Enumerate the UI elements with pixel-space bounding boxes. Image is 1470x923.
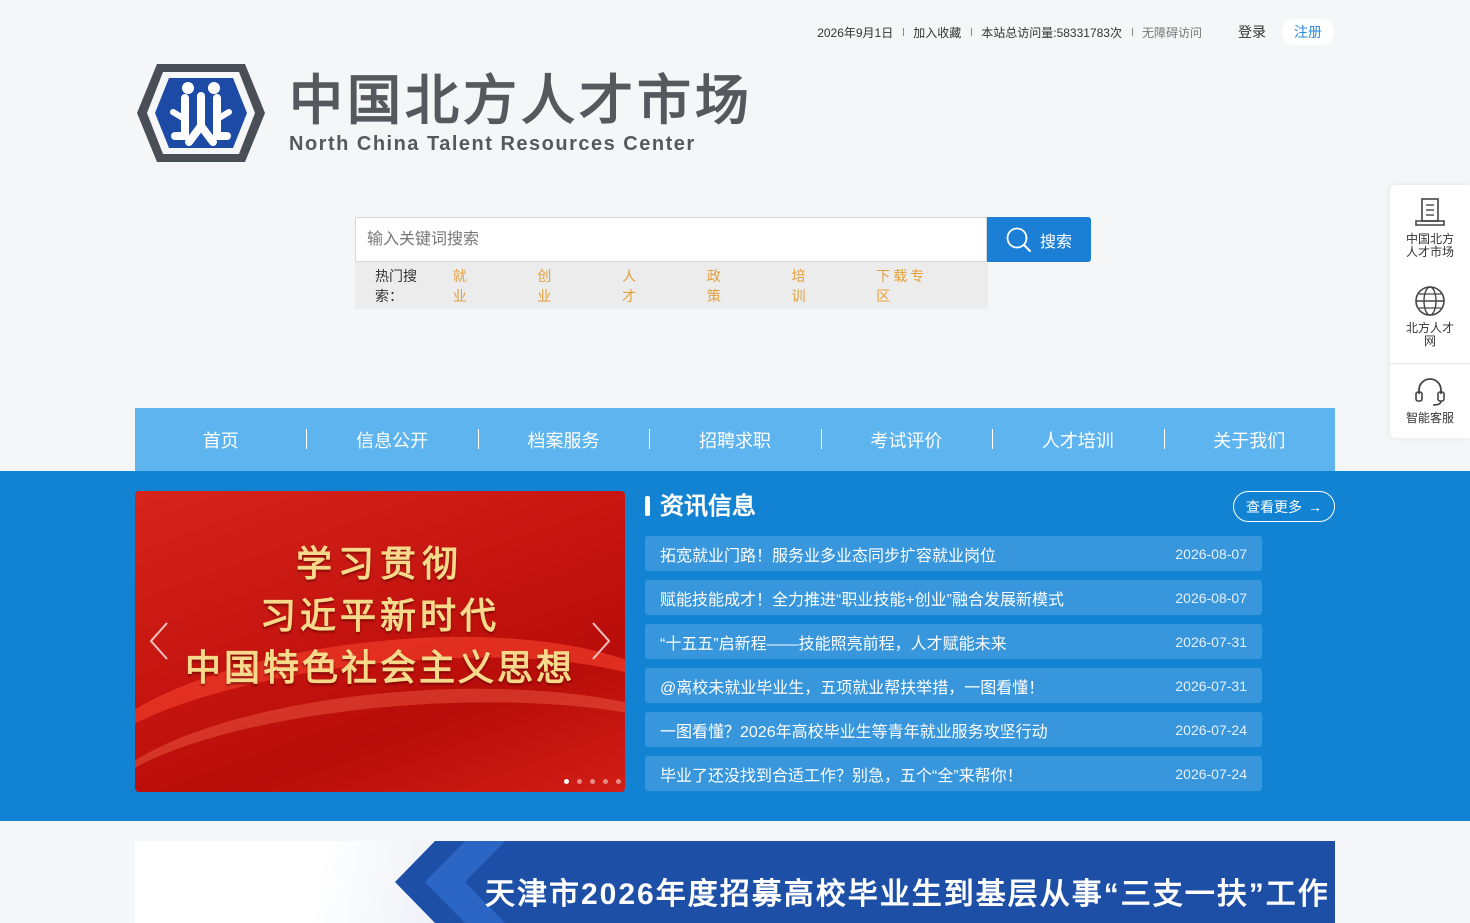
logo-title-cn: 中国北方人才市场 bbox=[289, 70, 753, 131]
news-item-date: 2026-07-24 bbox=[1175, 721, 1247, 738]
view-more-button[interactable]: 查看更多 → bbox=[1233, 491, 1335, 522]
float-item-label: 智能客服 bbox=[1405, 411, 1454, 425]
add-favorite-link[interactable]: 加入收藏 bbox=[903, 24, 971, 41]
slide-line-1: 学习贯彻 bbox=[295, 543, 464, 584]
float-item-label: 中国北方人才市场 bbox=[1405, 232, 1454, 259]
news-item[interactable]: 毕业了还没找到合适工作？别急，五个“全”来帮你！ 2026-07-24 bbox=[645, 756, 1262, 791]
hot-keyword-training[interactable]: 培 训 bbox=[792, 266, 833, 306]
nav-item-about[interactable]: 关于我们 bbox=[1163, 427, 1335, 453]
visit-counter: 本站总访问量:58331783次 bbox=[971, 24, 1132, 41]
hot-search: 热门搜索： 就 业 创 业 人 才 政 策 培 训 下载专区 bbox=[355, 262, 988, 309]
news-item-title: 毕业了还没找到合适工作？别急，五个“全”来帮你！ bbox=[660, 767, 1023, 785]
hot-keyword-downloads[interactable]: 下载专区 bbox=[876, 266, 944, 306]
float-item-nctrc[interactable]: 中国北方人才市场 bbox=[1390, 185, 1470, 274]
accessibility-link[interactable]: 无障碍访问 bbox=[1131, 24, 1212, 41]
news-item[interactable]: 赋能技能成才！全力推进“职业技能+创业”融合发展新模式 2026-08-07 bbox=[645, 580, 1262, 615]
hot-keyword-policy[interactable]: 政 策 bbox=[707, 266, 748, 306]
hot-keyword-startup[interactable]: 创 业 bbox=[537, 266, 578, 306]
news-item[interactable]: @离校未就业毕业生，五项就业帮扶举措，一图看懂！ 2026-07-31 bbox=[645, 668, 1262, 703]
nav-item-recruitment[interactable]: 招聘求职 bbox=[649, 427, 820, 453]
slide-line-3: 中国特色社会主义思想 bbox=[184, 647, 575, 688]
logo-title-en: North China Talent Resources Center bbox=[289, 132, 696, 155]
news-item-date: 2026-07-24 bbox=[1175, 765, 1247, 782]
title-accent-bar bbox=[645, 496, 650, 516]
headset-icon bbox=[1415, 378, 1445, 406]
nav-item-exams[interactable]: 考试评价 bbox=[820, 427, 992, 453]
top-bar: 2026年9月1日 加入收藏 本站总访问量:58331783次 无障碍访问 登录… bbox=[807, 19, 1334, 45]
news-title: 资讯信息 bbox=[660, 493, 756, 520]
news-item-title: 赋能技能成才！全力推进“职业技能+创业”融合发展新模式 bbox=[660, 591, 1065, 609]
carousel-dot[interactable] bbox=[616, 779, 621, 784]
register-button[interactable]: 注册 bbox=[1282, 19, 1334, 45]
news-item-title: “十五五”启新程——技能照亮前程，人才赋能未来 bbox=[660, 635, 1007, 653]
carousel-dot[interactable] bbox=[603, 779, 608, 784]
search-input[interactable] bbox=[355, 217, 987, 262]
search-bar: 搜索 bbox=[355, 217, 1091, 262]
site-logo[interactable]: 中国北方人才市场 North China Talent Resources Ce… bbox=[135, 62, 753, 164]
float-item-talent-net[interactable]: 北方人才网 bbox=[1390, 274, 1470, 363]
news-list: 拓宽就业门路！服务业多业态同步扩容就业岗位 2026-08-07 赋能技能成才！… bbox=[645, 536, 1262, 800]
news-header: 资讯信息 查看更多 → bbox=[645, 491, 1335, 523]
nav-item-home[interactable]: 首页 bbox=[135, 427, 306, 453]
nav-item-archives[interactable]: 档案服务 bbox=[477, 427, 649, 453]
float-item-smart-service[interactable]: 智能客服 bbox=[1390, 363, 1470, 452]
news-item-date: 2026-08-07 bbox=[1175, 589, 1247, 606]
view-more-label: 查看更多 bbox=[1246, 498, 1302, 515]
nav-item-info-disclosure[interactable]: 信息公开 bbox=[306, 427, 477, 453]
chevron-left-icon[interactable] bbox=[145, 619, 175, 663]
logo-emblem-icon bbox=[137, 64, 265, 162]
globe-icon bbox=[1415, 286, 1445, 316]
chevron-left-icon bbox=[395, 841, 505, 923]
news-item[interactable]: 拓宽就业门路！服务业多业态同步扩容就业岗位 2026-08-07 bbox=[645, 536, 1262, 571]
carousel-dot[interactable] bbox=[590, 779, 595, 784]
carousel[interactable]: 学习贯彻 习近平新时代 中国特色社会主义思想 bbox=[135, 491, 625, 792]
news-item[interactable]: 一图看懂？2026年高校毕业生等青年就业服务攻坚行动 2026-07-24 bbox=[645, 712, 1262, 747]
float-item-label: 北方人才网 bbox=[1405, 321, 1454, 348]
building-icon bbox=[1415, 198, 1445, 226]
hot-search-label: 热门搜索： bbox=[375, 267, 417, 304]
main-nav: 首页 信息公开 档案服务 招聘求职 考试评价 人才培训 关于我们 bbox=[135, 408, 1335, 471]
search-icon bbox=[1006, 227, 1031, 252]
hot-keyword-employment[interactable]: 就 业 bbox=[453, 266, 494, 306]
slide-line-2: 习近平新时代 bbox=[259, 595, 500, 636]
search-button-label: 搜索 bbox=[1039, 233, 1072, 251]
banner-title: 天津市2026年度招募高校毕业生到基层从事“三支一扶”工作 bbox=[485, 878, 1330, 911]
news-item-title: @离校未就业毕业生，五项就业帮扶举措，一图看懂！ bbox=[660, 679, 1045, 697]
carousel-dots bbox=[564, 779, 621, 784]
news-item-date: 2026-07-31 bbox=[1175, 677, 1247, 694]
news-item[interactable]: “十五五”启新程——技能照亮前程，人才赋能未来 2026-07-31 bbox=[645, 624, 1262, 659]
news-item-title: 拓宽就业门路！服务业多业态同步扩容就业岗位 bbox=[660, 547, 997, 565]
side-float-panel: 中国北方人才市场 北方人才网 智能客服 bbox=[1390, 185, 1470, 438]
arrow-right-icon: → bbox=[1308, 498, 1322, 515]
nav-item-training[interactable]: 人才培训 bbox=[992, 427, 1163, 453]
news-item-date: 2026-07-31 bbox=[1175, 633, 1247, 650]
promo-banner[interactable]: 天津市2026年度招募高校毕业生到基层从事“三支一扶”工作 bbox=[135, 841, 1335, 923]
news-item-date: 2026-08-07 bbox=[1175, 545, 1247, 562]
search-button[interactable]: 搜索 bbox=[987, 217, 1091, 262]
carousel-dot[interactable] bbox=[564, 779, 569, 784]
news-item-title: 一图看懂？2026年高校毕业生等青年就业服务攻坚行动 bbox=[660, 723, 1048, 741]
news-section: 学习贯彻 习近平新时代 中国特色社会主义思想 资讯信息 查看更多 → 拓宽就业门… bbox=[0, 471, 1470, 821]
login-link[interactable]: 登录 bbox=[1230, 22, 1274, 42]
current-date: 2026年9月1日 bbox=[817, 25, 894, 40]
hot-keyword-talent[interactable]: 人 才 bbox=[622, 266, 663, 306]
carousel-dot[interactable] bbox=[577, 779, 582, 784]
chevron-right-icon[interactable] bbox=[585, 619, 615, 663]
